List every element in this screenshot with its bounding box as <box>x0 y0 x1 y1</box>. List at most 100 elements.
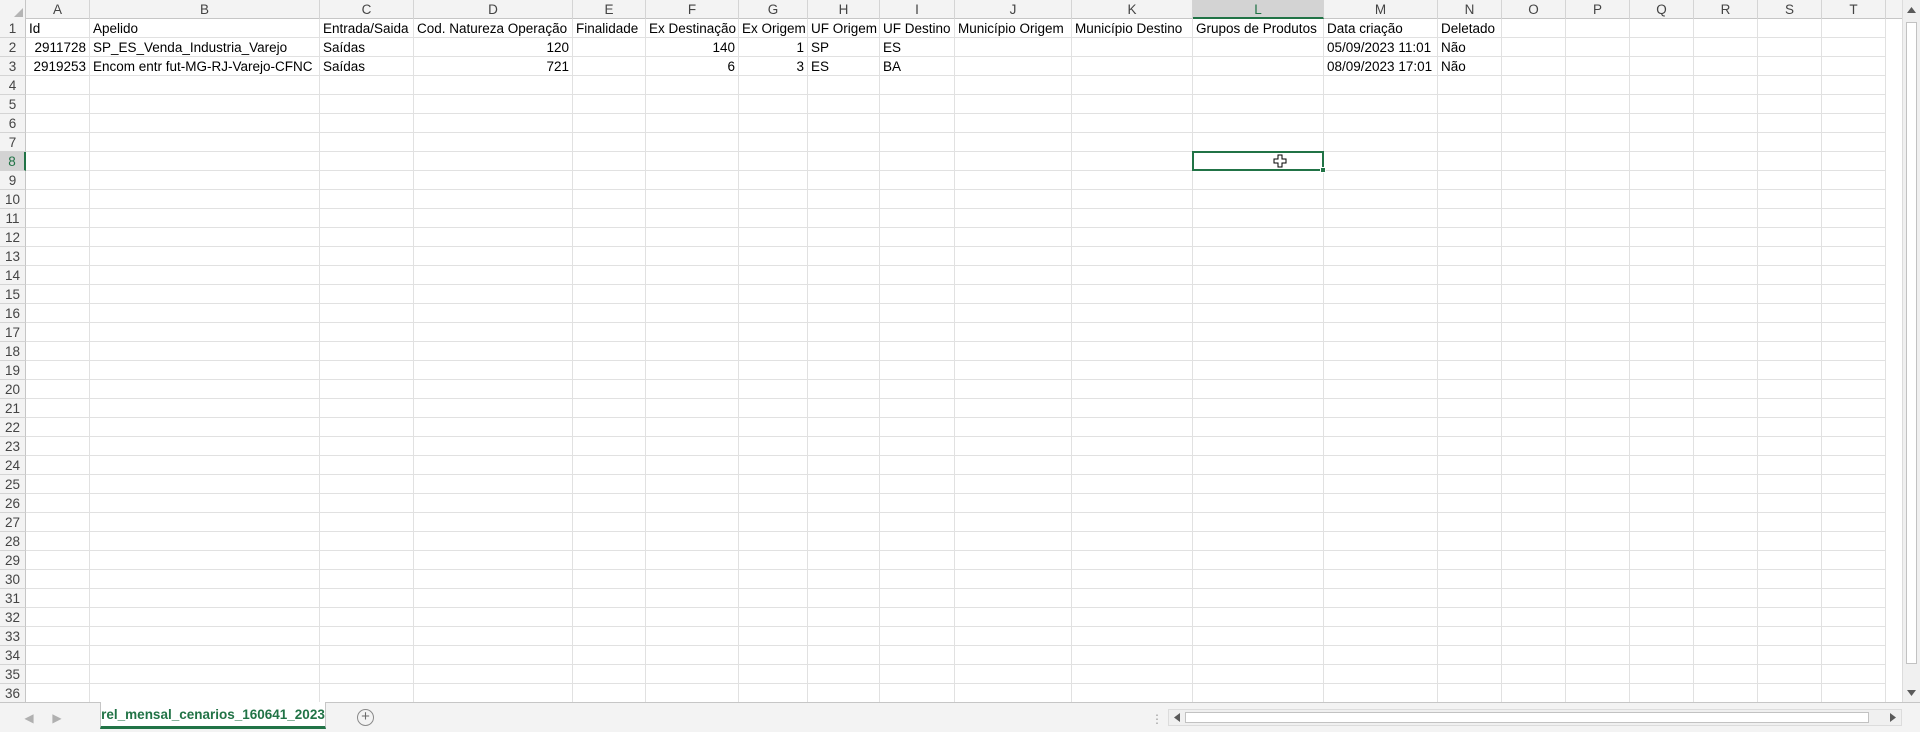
cell-E29[interactable] <box>573 551 646 570</box>
cell-S9[interactable] <box>1758 171 1822 190</box>
cell-K9[interactable] <box>1072 171 1193 190</box>
cell-L25[interactable] <box>1193 475 1324 494</box>
column-header-I[interactable]: I <box>880 0 955 19</box>
cell-T26[interactable] <box>1822 494 1886 513</box>
cell-A15[interactable] <box>26 285 90 304</box>
cell-L30[interactable] <box>1193 570 1324 589</box>
cell-J20[interactable] <box>955 380 1072 399</box>
cell-O14[interactable] <box>1502 266 1566 285</box>
cell-J33[interactable] <box>955 627 1072 646</box>
cell-J25[interactable] <box>955 475 1072 494</box>
cell-H35[interactable] <box>808 665 880 684</box>
cell-N9[interactable] <box>1438 171 1502 190</box>
cell-M4[interactable] <box>1324 76 1438 95</box>
cell-J28[interactable] <box>955 532 1072 551</box>
cell-I31[interactable] <box>880 589 955 608</box>
cell-Q17[interactable] <box>1630 323 1694 342</box>
scroll-right-arrow-icon[interactable] <box>1885 710 1901 725</box>
cell-Q2[interactable] <box>1630 38 1694 57</box>
cell-B13[interactable] <box>90 247 320 266</box>
cell-I24[interactable] <box>880 456 955 475</box>
cell-J15[interactable] <box>955 285 1072 304</box>
cell-E12[interactable] <box>573 228 646 247</box>
cell-N7[interactable] <box>1438 133 1502 152</box>
row-header-28[interactable]: 28 <box>0 532 26 551</box>
cell-G14[interactable] <box>739 266 808 285</box>
cell-O2[interactable] <box>1502 38 1566 57</box>
row-header-2[interactable]: 2 <box>0 38 26 57</box>
cell-G17[interactable] <box>739 323 808 342</box>
cell-S23[interactable] <box>1758 437 1822 456</box>
cell-K7[interactable] <box>1072 133 1193 152</box>
cell-G5[interactable] <box>739 95 808 114</box>
cell-K33[interactable] <box>1072 627 1193 646</box>
scroll-up-arrow-icon[interactable] <box>1903 1 1920 18</box>
cell-R24[interactable] <box>1694 456 1758 475</box>
cell-O33[interactable] <box>1502 627 1566 646</box>
cell-T18[interactable] <box>1822 342 1886 361</box>
cell-D20[interactable] <box>414 380 573 399</box>
cell-C17[interactable] <box>320 323 414 342</box>
cell-N2[interactable]: Não <box>1438 38 1502 57</box>
cell-O31[interactable] <box>1502 589 1566 608</box>
cell-R29[interactable] <box>1694 551 1758 570</box>
cell-B20[interactable] <box>90 380 320 399</box>
cell-P35[interactable] <box>1566 665 1630 684</box>
cell-N12[interactable] <box>1438 228 1502 247</box>
cell-E21[interactable] <box>573 399 646 418</box>
cell-M7[interactable] <box>1324 133 1438 152</box>
cell-C28[interactable] <box>320 532 414 551</box>
cell-M36[interactable] <box>1324 684 1438 702</box>
cell-R32[interactable] <box>1694 608 1758 627</box>
cell-O25[interactable] <box>1502 475 1566 494</box>
cell-S12[interactable] <box>1758 228 1822 247</box>
cell-E28[interactable] <box>573 532 646 551</box>
cell-J16[interactable] <box>955 304 1072 323</box>
cell-G16[interactable] <box>739 304 808 323</box>
cell-O34[interactable] <box>1502 646 1566 665</box>
cell-N36[interactable] <box>1438 684 1502 702</box>
cell-L28[interactable] <box>1193 532 1324 551</box>
cell-K10[interactable] <box>1072 190 1193 209</box>
cell-F18[interactable] <box>646 342 739 361</box>
row-header-13[interactable]: 13 <box>0 247 26 266</box>
cell-D31[interactable] <box>414 589 573 608</box>
cell-D35[interactable] <box>414 665 573 684</box>
cell-G22[interactable] <box>739 418 808 437</box>
cell-K2[interactable] <box>1072 38 1193 57</box>
cell-O8[interactable] <box>1502 152 1566 171</box>
cell-A24[interactable] <box>26 456 90 475</box>
cell-A12[interactable] <box>26 228 90 247</box>
cell-R9[interactable] <box>1694 171 1758 190</box>
cell-R6[interactable] <box>1694 114 1758 133</box>
cell-O4[interactable] <box>1502 76 1566 95</box>
cell-C14[interactable] <box>320 266 414 285</box>
cell-Q27[interactable] <box>1630 513 1694 532</box>
cell-L34[interactable] <box>1193 646 1324 665</box>
cell-J19[interactable] <box>955 361 1072 380</box>
cell-I21[interactable] <box>880 399 955 418</box>
cell-T31[interactable] <box>1822 589 1886 608</box>
column-header-K[interactable]: K <box>1072 0 1193 19</box>
cell-I4[interactable] <box>880 76 955 95</box>
cell-B22[interactable] <box>90 418 320 437</box>
cell-F17[interactable] <box>646 323 739 342</box>
cell-D15[interactable] <box>414 285 573 304</box>
cell-J4[interactable] <box>955 76 1072 95</box>
cell-R19[interactable] <box>1694 361 1758 380</box>
cell-Q12[interactable] <box>1630 228 1694 247</box>
cell-S13[interactable] <box>1758 247 1822 266</box>
cell-K27[interactable] <box>1072 513 1193 532</box>
cell-I32[interactable] <box>880 608 955 627</box>
cell-L3[interactable] <box>1193 57 1324 76</box>
cell-N17[interactable] <box>1438 323 1502 342</box>
cell-D5[interactable] <box>414 95 573 114</box>
cell-R26[interactable] <box>1694 494 1758 513</box>
cell-O6[interactable] <box>1502 114 1566 133</box>
cell-C15[interactable] <box>320 285 414 304</box>
cell-J14[interactable] <box>955 266 1072 285</box>
cell-D29[interactable] <box>414 551 573 570</box>
cell-I11[interactable] <box>880 209 955 228</box>
cell-L20[interactable] <box>1193 380 1324 399</box>
cell-L18[interactable] <box>1193 342 1324 361</box>
